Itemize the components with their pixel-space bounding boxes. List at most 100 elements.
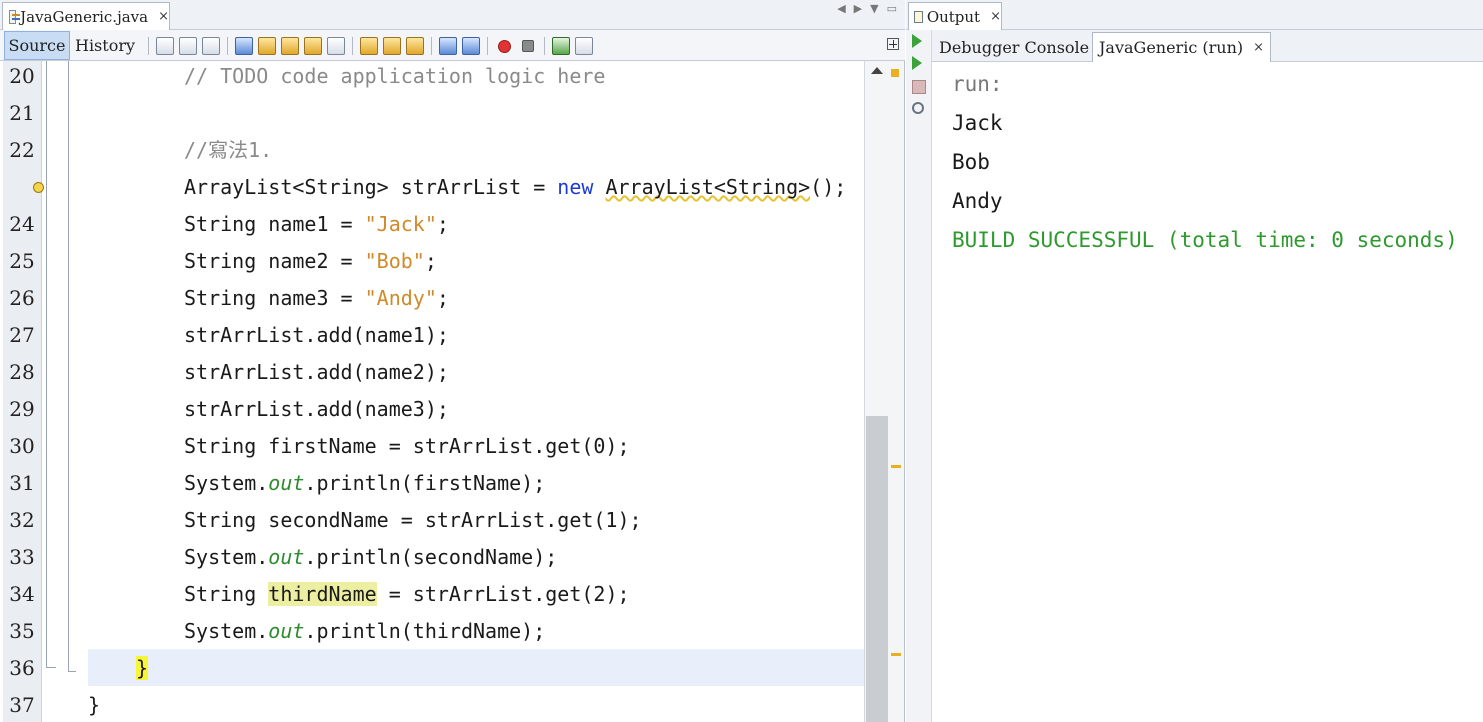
close-output-icon[interactable]: ×: [990, 9, 1001, 24]
warning-mark[interactable]: [891, 465, 901, 468]
find-previous-icon[interactable]: [258, 37, 276, 55]
find-next-icon[interactable]: [281, 37, 299, 55]
code-text: ArrayList<String> strArrList =: [184, 175, 558, 199]
code-line-28[interactable]: strArrList.add(name2);: [184, 357, 449, 394]
macro-record-icon[interactable]: [498, 39, 511, 53]
code-line-22[interactable]: //寫法1.: [184, 135, 272, 172]
toggle-highlight-icon[interactable]: [304, 37, 322, 55]
shift-left-icon[interactable]: [439, 37, 457, 55]
code-line-24[interactable]: String name1 = "Jack";: [184, 209, 449, 246]
code-line-34[interactable]: String thirdName = strArrList.get(2);: [184, 579, 630, 616]
last-edit-icon[interactable]: [156, 37, 174, 55]
code-text: ;: [436, 212, 449, 236]
file-tab-label: JavaGeneric.java: [20, 7, 149, 26]
line-number: 25: [9, 249, 35, 273]
line-number: 27: [9, 323, 35, 347]
uncomment-icon[interactable]: [575, 37, 593, 55]
occurrence-highlight: thirdName: [268, 582, 377, 606]
code-line-30[interactable]: String firstName = strArrList.get(0);: [184, 431, 630, 468]
toolbar-separator: [544, 37, 545, 55]
scroll-up-arrow-icon[interactable]: [871, 67, 883, 74]
scroll-tabs-right-icon[interactable]: ▶: [854, 2, 862, 15]
code-line-26[interactable]: String name3 = "Andy";: [184, 283, 449, 320]
code-area[interactable]: 20 21 22 24 25 26 27 28 29 30 31 32 33 3…: [0, 61, 905, 722]
code-line-29[interactable]: strArrList.add(name3);: [184, 394, 449, 431]
code-text: String name3 =: [184, 286, 365, 310]
toolbar-separator: [148, 37, 149, 55]
tab-list-dropdown-icon[interactable]: ▼: [870, 2, 878, 15]
tab-label: Debugger Console: [939, 37, 1090, 57]
scrollbar-thumb[interactable]: [866, 416, 888, 722]
fold-guide: [68, 61, 69, 671]
comment: // TODO code application logic here: [184, 64, 606, 88]
tab-debugger-console[interactable]: Debugger Console ×: [932, 32, 1117, 62]
code-line-36[interactable]: }: [136, 653, 149, 690]
code-text: System.: [184, 619, 269, 643]
code-text: String name2 =: [184, 249, 365, 273]
code-line-37[interactable]: }: [88, 690, 100, 722]
previous-bookmark-icon[interactable]: [360, 37, 378, 55]
toolbar-separator: [487, 37, 488, 55]
static-field: out: [268, 471, 305, 495]
current-line-highlight: [88, 649, 864, 686]
close-tab-icon[interactable]: ×: [1253, 40, 1264, 55]
vertical-scrollbar[interactable]: [864, 61, 888, 722]
scroll-tabs-left-icon[interactable]: ◀: [837, 2, 845, 15]
code-line-25[interactable]: String name2 = "Bob";: [184, 246, 437, 283]
code-line-35[interactable]: System.out.println(thirdName);: [184, 616, 545, 653]
tab-javageneric-run[interactable]: JavaGeneric (run) ×: [1092, 32, 1272, 62]
code-line-31[interactable]: System.out.println(firstName);: [184, 468, 545, 505]
code-text: .println(secondName);: [304, 545, 558, 569]
console-output[interactable]: run: Jack Bob Andy BUILD SUCCESSFUL (tot…: [932, 62, 1483, 722]
warning-status-icon[interactable]: [891, 69, 899, 77]
source-view-button[interactable]: Source: [4, 31, 70, 60]
close-tab-icon[interactable]: ×: [158, 9, 169, 24]
code-text: String name1 =: [184, 212, 365, 236]
output-window-tab[interactable]: Output ×: [908, 2, 1002, 30]
code-line-20[interactable]: // TODO code application logic here: [184, 61, 605, 98]
settings-icon[interactable]: [912, 102, 924, 114]
code-text: System.: [184, 545, 269, 569]
matching-brace-highlight: }: [136, 656, 149, 680]
comment-icon[interactable]: [552, 37, 570, 55]
code-line-27[interactable]: strArrList.add(name1);: [184, 320, 449, 357]
toolbar-separator: [352, 37, 353, 55]
toggle-rectangular-selection-icon[interactable]: [327, 37, 345, 55]
back-icon[interactable]: [179, 37, 197, 55]
error-stripe[interactable]: [888, 61, 904, 722]
maximize-icon[interactable]: [887, 38, 899, 50]
output-window-icon: [914, 10, 923, 23]
toolbar-separator: [227, 37, 228, 55]
line-number: 26: [9, 286, 35, 310]
line-number-gutter[interactable]: 20 21 22 24 25 26 27 28 29 30 31 32 33 3…: [3, 61, 44, 722]
editor-tab-bar: JavaGeneric.java × ◀ ▶ ▼ ▭: [0, 0, 905, 30]
string-literal: "Bob": [364, 249, 425, 273]
file-tab-javageneric[interactable]: JavaGeneric.java ×: [2, 2, 170, 30]
code-line-32[interactable]: String secondName = strArrList.get(1);: [184, 505, 642, 542]
fold-guide-end: [68, 671, 76, 672]
macro-stop-icon[interactable]: [522, 40, 534, 52]
build-status-line: BUILD SUCCESSFUL (total time: 0 seconds): [952, 228, 1458, 252]
tab-label: JavaGeneric (run): [1099, 38, 1244, 57]
line-number: 34: [9, 582, 35, 606]
code-text: String: [184, 582, 269, 606]
shift-right-icon[interactable]: [462, 37, 480, 55]
code-line-23[interactable]: ArrayList<String> strArrList = new Array…: [184, 172, 846, 209]
rerun-different-icon[interactable]: [912, 56, 922, 70]
hint-bulb-icon[interactable]: [33, 182, 44, 193]
code-text: .println(thirdName);: [304, 619, 546, 643]
code-line-33[interactable]: System.out.println(secondName);: [184, 542, 557, 579]
history-view-button[interactable]: History: [72, 31, 138, 60]
string-literal: "Andy": [364, 286, 437, 310]
restore-window-icon[interactable]: ▭: [887, 2, 897, 15]
forward-icon[interactable]: [202, 37, 220, 55]
rerun-icon[interactable]: [912, 34, 922, 48]
warning-mark[interactable]: [891, 653, 901, 656]
toggle-bookmark-icon[interactable]: [406, 37, 424, 55]
next-bookmark-icon[interactable]: [383, 37, 401, 55]
java-file-icon: [9, 9, 21, 24]
code-text: = strArrList.get(2);: [376, 582, 630, 606]
line-number: 21: [9, 101, 35, 125]
stop-icon[interactable]: [912, 80, 926, 94]
find-selection-icon[interactable]: [235, 37, 253, 55]
